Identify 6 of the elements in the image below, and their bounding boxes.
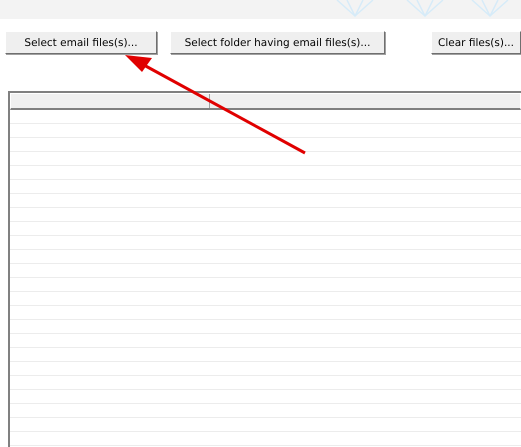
diamond-icon [335, 0, 375, 18]
diamond-icon [470, 0, 510, 18]
diamond-icon [405, 0, 445, 18]
file-button[interactable]: Select email files(s)... [5, 31, 157, 54]
file-button[interactable]: Select folder having email files(s)... [170, 31, 385, 54]
file-button[interactable]: Clear files(s)... [431, 31, 521, 54]
